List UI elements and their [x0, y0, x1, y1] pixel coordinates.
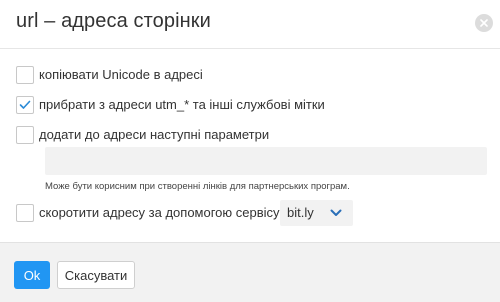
dialog-body: копіювати Unicode в адресі прибрати з ад…	[0, 49, 500, 242]
dialog-footer: Ok Скасувати	[0, 242, 500, 302]
close-icon	[480, 19, 488, 27]
dialog-title: url – адреса сторінки	[16, 10, 211, 32]
checkmark-icon	[19, 100, 31, 109]
remove-utm-label: прибрати з адреси utm_* та інші службові…	[39, 97, 325, 112]
shorten-checkbox[interactable]	[16, 204, 34, 222]
option-shorten[interactable]: скоротити адресу за допомогою сервісу	[16, 204, 280, 224]
add-params-checkbox[interactable]	[16, 126, 34, 144]
remove-utm-checkbox[interactable]	[16, 96, 34, 114]
ok-button[interactable]: Ok	[14, 261, 50, 289]
option-add-params[interactable]: додати до адреси наступні параметри	[16, 126, 316, 146]
shortener-service-value: bit.ly	[287, 205, 314, 220]
params-input[interactable]	[45, 147, 487, 175]
option-remove-utm[interactable]: прибрати з адреси utm_* та інші службові…	[16, 96, 366, 116]
close-button[interactable]	[475, 14, 493, 32]
add-params-label: додати до адреси наступні параметри	[39, 127, 270, 142]
url-dialog: url – адреса сторінки копіювати Unicode …	[0, 0, 500, 302]
copy-unicode-label: копіювати Unicode в адресі	[39, 67, 203, 82]
params-hint: Може бути корисним при створенні лінків …	[45, 181, 350, 192]
shorten-label: скоротити адресу за допомогою сервісу	[39, 205, 280, 220]
shortener-service-select[interactable]: bit.ly	[280, 200, 353, 226]
copy-unicode-checkbox[interactable]	[16, 66, 34, 84]
option-copy-unicode[interactable]: копіювати Unicode в адресі	[16, 66, 316, 86]
chevron-down-icon	[330, 209, 342, 216]
cancel-button[interactable]: Скасувати	[57, 261, 135, 289]
dialog-header: url – адреса сторінки	[0, 0, 500, 49]
